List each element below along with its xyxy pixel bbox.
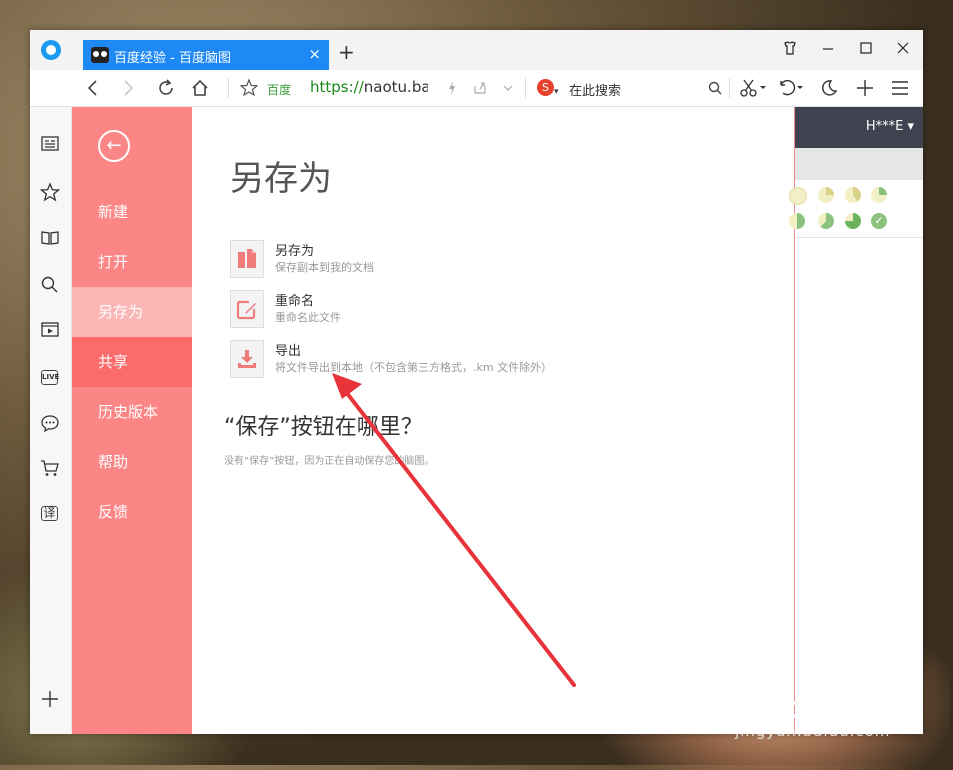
editor-header: H***E ▾ xyxy=(795,107,923,148)
scissors-icon[interactable] xyxy=(739,78,767,103)
refresh-icon[interactable] xyxy=(156,78,176,103)
action-title: 重命名 xyxy=(275,294,315,309)
progress-icon[interactable] xyxy=(818,213,834,229)
book-icon[interactable] xyxy=(39,229,61,249)
lightning-icon[interactable] xyxy=(446,78,458,103)
nav-label: 反馈 xyxy=(98,503,129,521)
user-menu[interactable]: H***E ▾ xyxy=(866,119,914,134)
nav-item-new[interactable]: 新建 xyxy=(72,187,192,237)
progress-icon[interactable] xyxy=(789,187,807,205)
progress-icons: ✓ xyxy=(789,187,923,238)
progress-complete-icon[interactable]: ✓ xyxy=(871,213,887,229)
baidu-jingyan-favicon-icon xyxy=(91,47,109,63)
save-as-copy-action[interactable]: 另存为 保存副本到我的文档 xyxy=(230,240,780,280)
editor-toolbar-band xyxy=(795,148,923,180)
toolbar-divider xyxy=(525,78,526,98)
page-title: 另存为 xyxy=(230,159,332,199)
nav-item-history[interactable]: 历史版本 xyxy=(72,387,192,437)
close-window-button[interactable] xyxy=(896,40,910,60)
bookmark-label[interactable]: 百度 xyxy=(267,81,291,98)
forward-icon[interactable] xyxy=(121,78,135,103)
nav-label: 历史版本 xyxy=(98,403,159,421)
menu-icon[interactable] xyxy=(891,78,909,103)
sidebar-add-icon[interactable] xyxy=(39,689,61,709)
sidebar-search-icon[interactable] xyxy=(39,275,61,295)
nav-label: 打开 xyxy=(98,253,129,271)
help-question: “保存”按钮在哪里？ xyxy=(224,415,423,440)
browser-window: 百度经验 - 百度脑图 × + 百度 https://naotu.ba S ▾ … xyxy=(30,30,923,734)
action-title: 导出 xyxy=(275,344,302,359)
copy-document-icon xyxy=(230,240,264,278)
nav-label: 新建 xyxy=(98,203,129,221)
action-description: 将文件导出到本地（不包含第三方格式，.km 文件除外） xyxy=(275,361,553,374)
mindmap-editor-pane: H***E ▾ ✓ xyxy=(789,107,923,734)
tab-active[interactable]: 百度经验 - 百度脑图 × xyxy=(83,40,329,70)
tab-close-icon[interactable]: × xyxy=(308,45,321,63)
export-action[interactable]: 导出 将文件导出到本地（不包含第三方格式，.km 文件除外） xyxy=(230,340,780,380)
back-icon[interactable] xyxy=(86,78,100,103)
video-icon[interactable] xyxy=(39,320,61,340)
tab-title: 百度经验 - 百度脑图 xyxy=(114,51,231,66)
nav-item-feedback[interactable]: 反馈 xyxy=(72,487,192,537)
search-icon[interactable] xyxy=(707,78,723,103)
minimize-button[interactable] xyxy=(821,40,835,60)
favorites-star-icon[interactable] xyxy=(39,182,61,202)
help-answer: 没有“保存”按钮，因为正在自动保存您的脑图。 xyxy=(224,456,435,467)
translate-icon[interactable]: 译 xyxy=(41,506,58,521)
download-icon xyxy=(230,340,264,378)
action-description: 保存副本到我的文档 xyxy=(275,261,374,274)
home-icon[interactable] xyxy=(190,78,210,103)
file-menu-nav: ← 新建 打开 另存为 共享 历史版本 帮助 反馈 xyxy=(72,107,192,734)
progress-icon[interactable] xyxy=(845,213,861,229)
naotu-app: ← 新建 打开 另存为 共享 历史版本 帮助 反馈 另存为 另存为 保存副本到我… xyxy=(72,107,923,734)
toolbar-divider xyxy=(729,78,730,98)
url-dropdown-icon[interactable] xyxy=(501,78,515,103)
new-tab-button[interactable]: + xyxy=(338,42,355,62)
browser-logo-icon[interactable] xyxy=(41,40,61,60)
reader-icon[interactable] xyxy=(39,135,61,155)
night-mode-icon[interactable] xyxy=(820,78,838,103)
save-as-panel: 另存为 另存为 保存副本到我的文档 重命名 重命名此文件 导出 将文件导出到本地… xyxy=(192,107,794,734)
add-icon[interactable] xyxy=(856,78,874,103)
url-scheme: https:// xyxy=(310,78,364,96)
url-host: naotu.baic xyxy=(363,78,428,96)
maximize-button[interactable] xyxy=(859,40,873,60)
sogou-search-icon[interactable]: S xyxy=(537,79,554,96)
title-bar: 百度经验 - 百度脑图 × + xyxy=(30,30,923,70)
url-field[interactable]: https://naotu.baic xyxy=(310,78,428,96)
share-icon[interactable] xyxy=(472,78,488,103)
edit-pencil-icon xyxy=(230,290,264,328)
progress-icon[interactable] xyxy=(871,187,887,203)
action-description: 重命名此文件 xyxy=(275,311,341,324)
chat-bubble-icon[interactable] xyxy=(39,413,61,433)
action-title: 另存为 xyxy=(275,244,315,259)
toolbar-divider xyxy=(228,78,229,98)
skin-icon[interactable] xyxy=(782,40,798,60)
watermark-url: jingyan.baidu.com xyxy=(735,722,891,740)
live-icon[interactable]: LIVE xyxy=(41,370,59,385)
nav-item-help[interactable]: 帮助 xyxy=(72,437,192,487)
navigation-toolbar: 百度 https://naotu.baic S ▾ 在此搜索 xyxy=(30,70,923,107)
search-engine-dropdown-icon[interactable]: ▾ xyxy=(554,82,559,102)
progress-icon[interactable] xyxy=(818,187,834,203)
back-arrow-icon[interactable]: ← xyxy=(98,130,130,162)
search-input[interactable]: 在此搜索 xyxy=(569,80,621,99)
shopping-cart-icon[interactable] xyxy=(39,458,61,478)
nav-label: 共享 xyxy=(98,353,129,371)
progress-icon[interactable] xyxy=(789,213,805,229)
rename-action[interactable]: 重命名 重命名此文件 xyxy=(230,290,780,330)
nav-item-save-as[interactable]: 另存为 xyxy=(72,287,192,337)
nav-label: 帮助 xyxy=(98,453,129,471)
nav-item-share[interactable]: 共享 xyxy=(72,337,192,387)
nav-label: 另存为 xyxy=(98,303,144,321)
progress-icon[interactable] xyxy=(845,187,861,203)
undo-icon[interactable] xyxy=(777,78,805,103)
bookmark-star-icon[interactable] xyxy=(239,78,259,103)
nav-item-open[interactable]: 打开 xyxy=(72,237,192,287)
browser-sidebar: LIVE 译 xyxy=(30,107,72,734)
watermark-logo: Baidu经验 xyxy=(728,691,892,726)
